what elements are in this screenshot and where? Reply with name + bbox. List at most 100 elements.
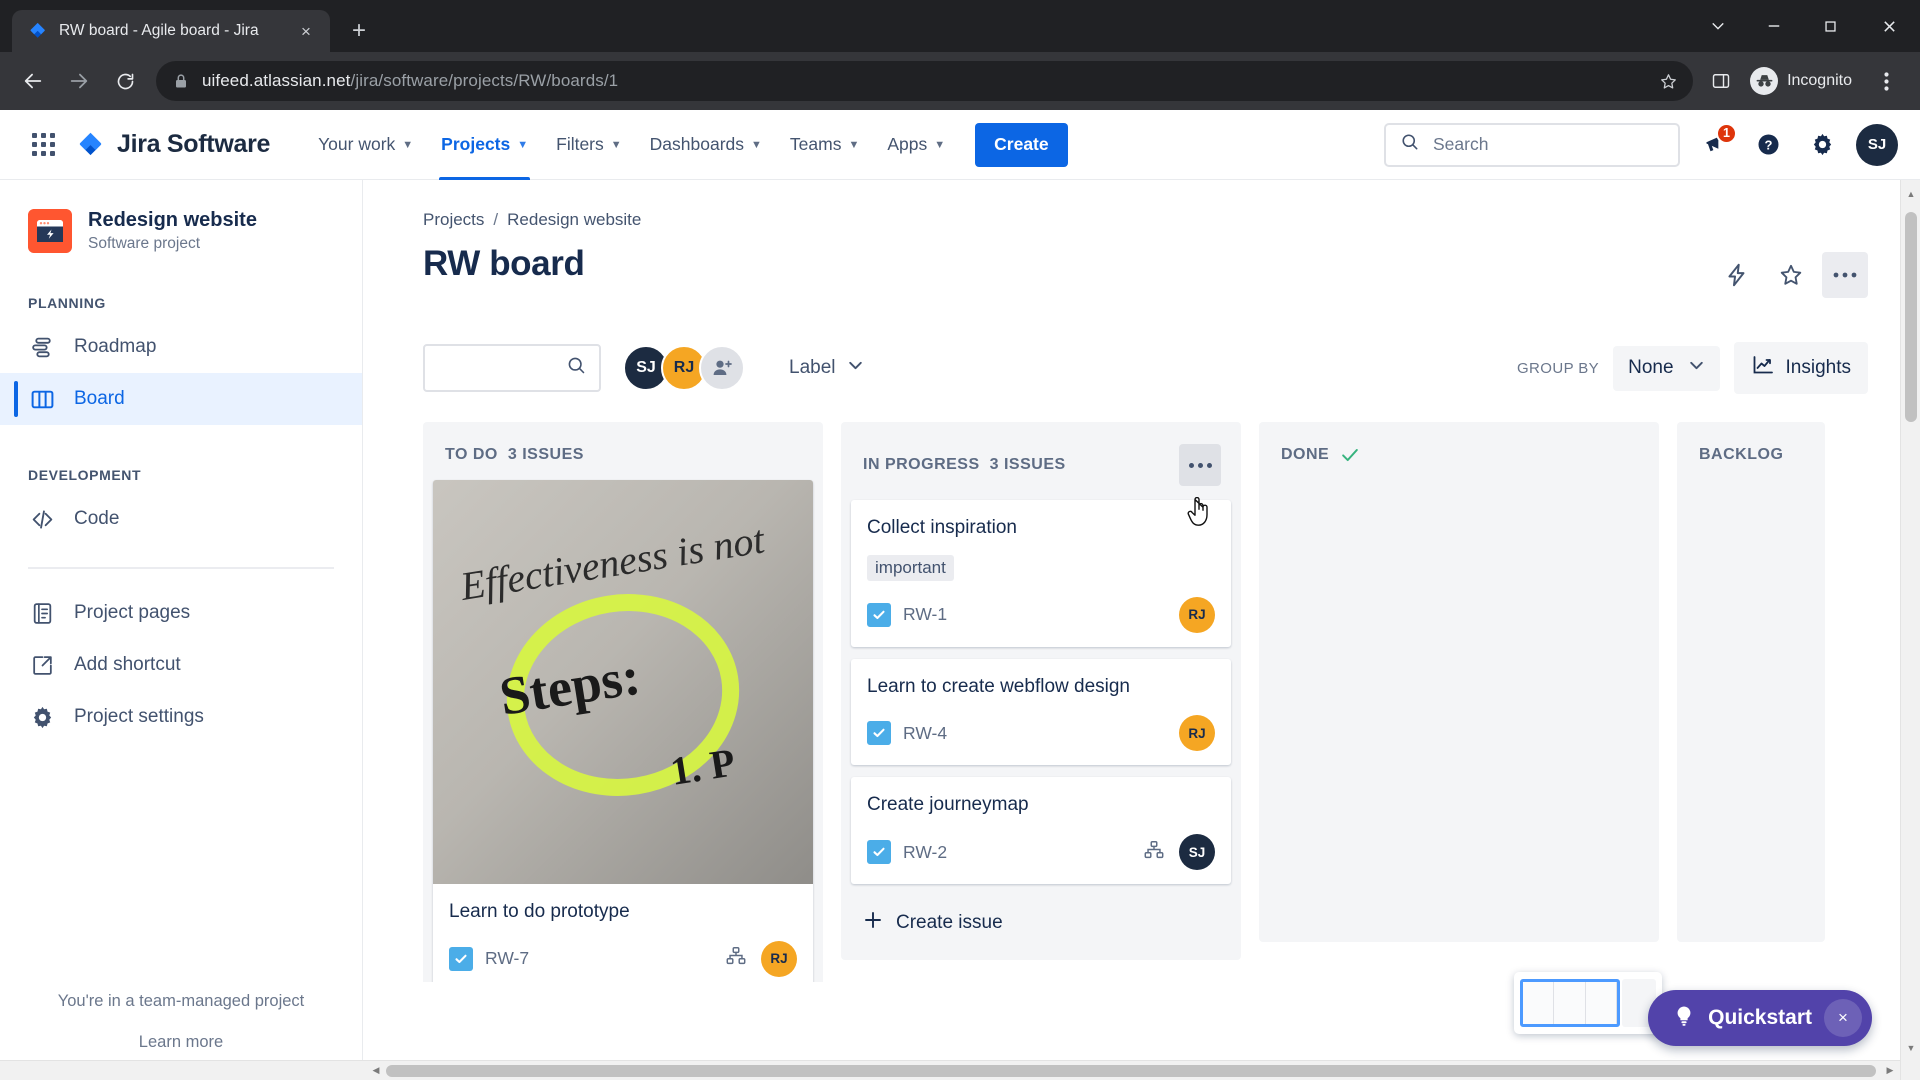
main-inner: Projects / Redesign website RW board SJ …: [363, 180, 1920, 982]
quickstart-button[interactable]: Quickstart ×: [1648, 990, 1872, 1046]
minimize-icon[interactable]: [1746, 2, 1802, 50]
search-icon: [1400, 132, 1420, 157]
main-content: Projects / Redesign website RW board SJ …: [363, 180, 1920, 1080]
vertical-scrollbar-thumb[interactable]: [1905, 212, 1917, 422]
board-search-input[interactable]: [437, 358, 566, 378]
browser-chrome: RW board - Agile board - Jira × + uifeed…: [0, 0, 1920, 110]
card-title: Learn to do prototype: [449, 901, 630, 922]
sidebar-item-project-settings[interactable]: Project settings: [0, 691, 362, 743]
chevron-down-icon: ▼: [751, 138, 762, 151]
task-type-icon: [867, 840, 891, 865]
scroll-down-arrow-icon[interactable]: ▼: [1901, 1038, 1920, 1058]
insights-button[interactable]: Insights: [1733, 342, 1868, 394]
nav-item-projects[interactable]: Projects ▼: [427, 110, 542, 180]
create-issue-button[interactable]: Create issue: [851, 896, 1231, 950]
assignee-avatar[interactable]: RJ: [1179, 715, 1215, 752]
incognito-icon: [1750, 67, 1779, 95]
sidebar-item-code[interactable]: Code: [0, 493, 362, 545]
scroll-left-arrow-icon[interactable]: ◀: [366, 1061, 386, 1080]
search-input[interactable]: [1433, 134, 1664, 155]
avatar-initials: RJ: [770, 951, 788, 967]
column-title: TO DO: [445, 446, 498, 463]
automation-icon[interactable]: [1714, 252, 1760, 298]
sidebar-item-board[interactable]: Board: [0, 373, 362, 425]
add-person-icon[interactable]: [699, 345, 745, 391]
column-header: BACKLOG: [1687, 434, 1815, 480]
back-arrow-icon[interactable]: [10, 58, 56, 104]
nav-item-apps[interactable]: Apps ▼: [873, 110, 959, 180]
chevron-down-icon[interactable]: [1690, 2, 1746, 50]
forward-arrow-icon[interactable]: [56, 58, 102, 104]
jira-brand-logo[interactable]: Jira Software: [76, 130, 270, 160]
close-icon[interactable]: ×: [1824, 999, 1862, 1037]
group-by-value: None: [1628, 357, 1674, 378]
card-body: Learn to do prototype RW-7 RJ: [433, 884, 813, 982]
horizontal-scrollbar[interactable]: ◀ ▶: [0, 1060, 1900, 1080]
sidebar-item-roadmap[interactable]: Roadmap: [0, 321, 362, 373]
settings-button[interactable]: [1802, 125, 1842, 165]
card-issue-key[interactable]: RW-1: [903, 604, 947, 625]
nav-item-your-work[interactable]: Your work ▼: [304, 110, 427, 180]
star-icon[interactable]: [1657, 72, 1679, 91]
scroll-up-arrow-icon[interactable]: ▲: [1901, 184, 1920, 204]
three-dot-menu-icon[interactable]: [1866, 61, 1906, 101]
board-minimap[interactable]: [1514, 972, 1662, 1034]
side-panel-icon[interactable]: [1701, 61, 1741, 101]
board-card[interactable]: Effectiveness is not Steps: 1. P Learn t…: [433, 480, 813, 982]
nav-item-filters[interactable]: Filters ▼: [542, 110, 636, 180]
nav-label: Dashboards: [649, 134, 745, 154]
project-header[interactable]: Redesign website Software project: [0, 208, 362, 253]
notifications-button[interactable]: 1: [1694, 122, 1737, 165]
sidebar-item-project-pages[interactable]: Project pages: [0, 587, 362, 639]
board-search[interactable]: [423, 344, 601, 392]
board-card[interactable]: Collect inspiration important RW-1 RJ: [851, 500, 1231, 647]
sidebar-item-add-shortcut[interactable]: Add shortcut: [0, 639, 362, 691]
group-by-dropdown[interactable]: None: [1613, 345, 1720, 391]
nav-items: Your work ▼ Projects ▼ Filters ▼ Dashboa…: [304, 110, 959, 180]
learn-more-link[interactable]: Learn more: [0, 1033, 362, 1052]
help-button[interactable]: ?: [1748, 125, 1788, 165]
assignee-avatar[interactable]: RJ: [1179, 596, 1215, 633]
nav-label: Filters: [556, 134, 604, 154]
app-switcher-icon[interactable]: [22, 124, 64, 166]
column-more-options-icon[interactable]: [1179, 444, 1221, 486]
assignee-avatar[interactable]: RJ: [761, 940, 797, 977]
label-filter-dropdown[interactable]: Label: [777, 348, 876, 389]
breadcrumb-project[interactable]: Redesign website: [507, 210, 641, 230]
page-title: RW board: [423, 244, 585, 283]
card-title: Collect inspiration: [867, 517, 1017, 538]
more-actions-icon[interactable]: [1822, 252, 1868, 298]
reload-icon[interactable]: [102, 58, 148, 104]
scroll-right-arrow-icon[interactable]: ▶: [1880, 1061, 1900, 1080]
horizontal-scrollbar-thumb[interactable]: [386, 1065, 1876, 1077]
title-row: RW board: [423, 244, 1920, 298]
browser-tab[interactable]: RW board - Agile board - Jira ×: [12, 10, 330, 52]
star-icon[interactable]: [1768, 252, 1814, 298]
user-avatar[interactable]: SJ: [1856, 123, 1898, 166]
card-issue-key[interactable]: RW-2: [903, 842, 947, 863]
board-card[interactable]: Create journeymap RW-2 SJ: [851, 777, 1231, 885]
create-button[interactable]: Create: [975, 122, 1068, 167]
jira-favicon-icon: [28, 21, 48, 41]
breadcrumb-projects[interactable]: Projects: [423, 210, 484, 230]
incognito-profile-button[interactable]: Incognito: [1745, 63, 1866, 99]
nav-item-teams[interactable]: Teams ▼: [776, 110, 873, 180]
new-tab-button[interactable]: +: [342, 14, 376, 48]
avatar-initials: RJ: [673, 359, 695, 376]
global-search[interactable]: [1384, 122, 1680, 167]
subtask-hierarchy-icon: [1143, 839, 1165, 866]
board-card[interactable]: Learn to create webflow design RW-4 RJ: [851, 658, 1231, 766]
card-issue-key[interactable]: RW-7: [485, 948, 529, 969]
close-icon[interactable]: ×: [294, 19, 318, 43]
window-close-icon[interactable]: [1858, 2, 1920, 50]
maximize-icon[interactable]: [1802, 2, 1858, 50]
nav-item-dashboards[interactable]: Dashboards ▼: [636, 110, 776, 180]
vertical-scrollbar[interactable]: ▲ ▼: [1900, 180, 1920, 1080]
address-bar[interactable]: uifeed.atlassian.net/jira/software/proje…: [156, 61, 1694, 101]
minimap-viewport: [1520, 979, 1620, 1027]
assignee-avatar[interactable]: SJ: [1179, 834, 1215, 871]
card-issue-key[interactable]: RW-4: [903, 723, 947, 744]
column-count: 3 ISSUES: [989, 456, 1066, 473]
card-footer-right: SJ: [1143, 834, 1215, 871]
project-name: Redesign website: [88, 209, 257, 231]
